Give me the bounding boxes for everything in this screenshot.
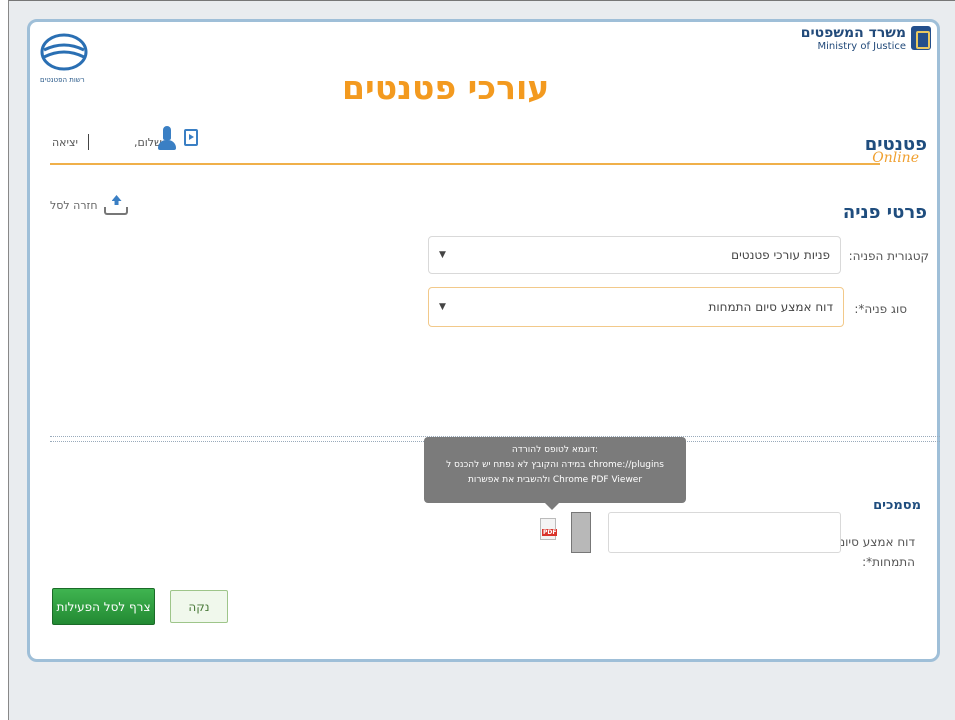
tooltip-line-1: דוגמא לטופס להורדה: xyxy=(424,443,686,458)
main-panel: רשות הפטנטים עורכי פטנטים משרד המשפטים M… xyxy=(27,19,940,662)
back-to-cart-link[interactable]: חזרה לסל xyxy=(50,195,128,215)
download-tooltip: דוגמא לטופס להורדה: במידה והקובץ לא נפתח… xyxy=(424,437,686,503)
logout-link[interactable]: יציאה xyxy=(52,136,78,149)
ministry-logo: משרד המשפטים Ministry of Justice xyxy=(801,26,931,54)
back-to-cart-label: חזרה לסל xyxy=(50,199,98,212)
clear-button[interactable]: נקה xyxy=(170,590,228,623)
pdf-download-icon[interactable]: PDF xyxy=(540,518,556,540)
type-value: דוח אמצע סיום התמחות xyxy=(709,300,833,314)
user-icon xyxy=(158,126,176,150)
category-select[interactable]: פניות עורכי פטנטים ▼ xyxy=(428,236,841,274)
add-to-cart-button[interactable]: צרף לסל הפעילות xyxy=(52,588,155,625)
header-divider xyxy=(50,163,880,165)
page-title: עורכי פטנטים xyxy=(342,68,549,107)
category-label: קטגורית הפניה: xyxy=(849,249,929,263)
slide-background: רשות הפטנטים עורכי פטנטים משרד המשפטים M… xyxy=(8,0,955,720)
video-doc-icon[interactable] xyxy=(184,129,198,146)
upload-tray-icon xyxy=(104,195,128,215)
pdf-badge: PDF xyxy=(542,529,557,536)
patent-office-logo xyxy=(38,30,98,80)
section-title: פרטי פניה xyxy=(843,202,927,223)
file-path-input[interactable] xyxy=(608,512,841,553)
documents-title: מסמכים xyxy=(873,498,921,513)
type-select[interactable]: דוח אמצע סיום התמחות ▼ xyxy=(428,287,844,327)
chevron-down-icon: ▼ xyxy=(439,250,446,260)
ministry-name-hebrew: משרד המשפטים xyxy=(801,26,906,40)
tooltip-line-2: במידה והקובץ לא נפתח יש להכנס ל chrome:/… xyxy=(424,458,686,473)
separator xyxy=(88,134,89,150)
browse-file-button[interactable] xyxy=(571,512,591,553)
agency-caption: רשות הפטנטים xyxy=(40,76,85,84)
category-value: פניות עורכי פטנטים xyxy=(731,248,830,262)
patents-online-brand: פטנטים Online xyxy=(865,134,927,166)
type-label: סוג פניה*: xyxy=(854,302,907,316)
chevron-down-icon: ▼ xyxy=(439,302,446,312)
menorah-emblem-icon xyxy=(911,26,931,50)
tooltip-line-3: ולהשבית את אפשרות Chrome PDF Viewer xyxy=(424,473,686,488)
ministry-name-english: Ministry of Justice xyxy=(801,40,906,54)
